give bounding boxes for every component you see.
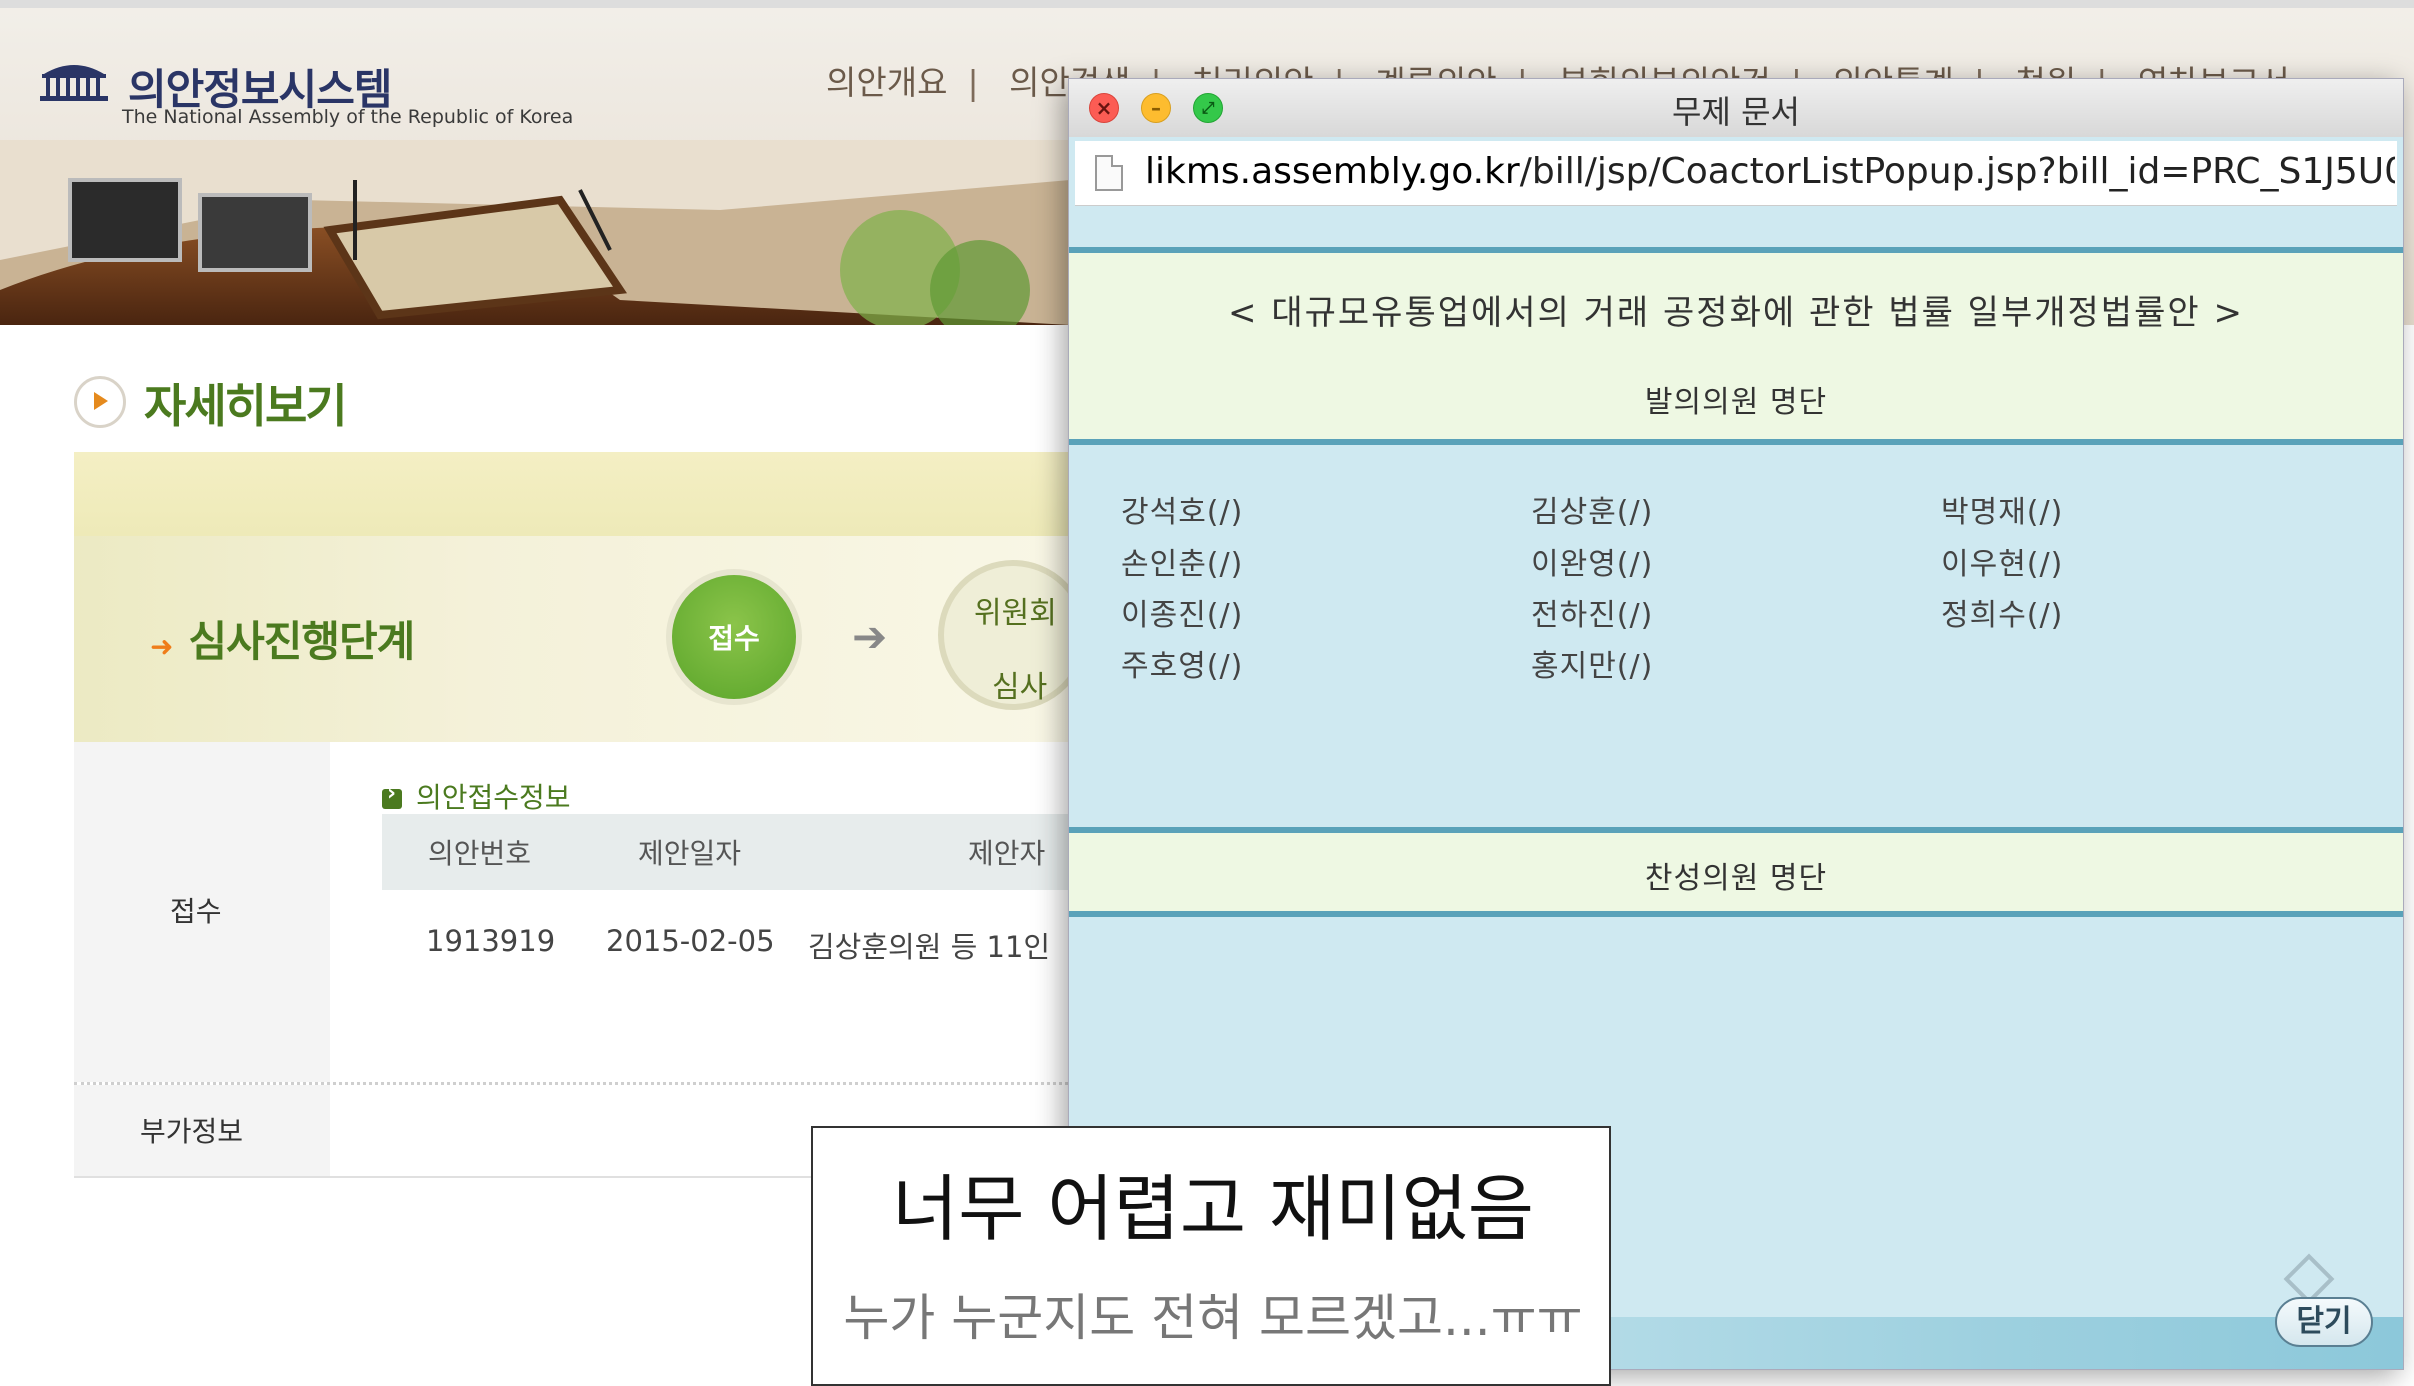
nav-separator: | <box>967 63 979 102</box>
proposer-name: 박명재(/) <box>1941 495 2064 530</box>
page-title-text: 자세히보기 <box>144 379 348 433</box>
proposer-name: 이완영(/) <box>1531 547 1654 582</box>
column-header-date: 제안일자 <box>638 837 742 870</box>
address-bar[interactable]: likms.assembly.go.kr/bill/jsp/CoactorLis… <box>1075 141 2397 206</box>
document-icon <box>1095 155 1123 191</box>
cell-bill-no: 1913919 <box>426 924 556 958</box>
caption-line-2: 누가 누군지도 전혀 모르겠고...ㅠㅠ <box>843 1289 1583 1347</box>
proposers-heading: 발의의원 명단 <box>1644 385 1828 420</box>
caption-line-1: 너무 어렵고 재미없음 <box>892 1167 1534 1251</box>
logo-subtitle: The National Assembly of the Republic of… <box>122 106 574 128</box>
proposer-name: 홍지만(/) <box>1531 649 1654 684</box>
assembly-building-icon <box>40 65 108 101</box>
stage-band <box>74 452 1074 536</box>
step-next-line1: 위원회 <box>974 596 1057 631</box>
arrow-icon: ➜ <box>150 630 173 663</box>
stage-label-text: 심사진행단계 <box>188 617 415 666</box>
receipt-section-label: 접수 <box>170 895 222 928</box>
receipt-subheading: 의안접수정보 <box>382 776 571 816</box>
divider <box>1069 911 2403 917</box>
window-title: 무제 문서 <box>1672 93 1800 131</box>
column-header-bill-no: 의안번호 <box>428 837 532 870</box>
proposer-name: 전하진(/) <box>1531 598 1654 633</box>
header-top-strip <box>0 0 2414 8</box>
window-titlebar[interactable]: × – ⤢ 무제 문서 <box>1069 79 2403 137</box>
proposer-name: 주호영(/) <box>1121 649 1244 684</box>
proposer-name: 강석호(/) <box>1121 495 1244 530</box>
url-path: /bill/jsp/CoactorListPopup.jsp?bill_id=P… <box>1519 151 2395 192</box>
proposer-name: 이종진(/) <box>1121 598 1244 633</box>
arrow-right-icon: ➔ <box>852 612 888 661</box>
cell-date: 2015-02-05 <box>606 924 775 958</box>
bullet-icon <box>382 781 402 809</box>
cell-proposer[interactable]: 김상훈의원 등 11인 <box>808 924 1050 966</box>
step-next-line2: 심사 <box>992 670 1048 705</box>
address-url[interactable]: likms.assembly.go.kr/bill/jsp/CoactorLis… <box>1145 151 2395 192</box>
chevron-right-icon <box>74 376 126 428</box>
step-received: 접수 <box>666 569 802 705</box>
step-committee-review: 위원회 심사 <box>938 560 1088 710</box>
url-host: likms.assembly.go.kr <box>1145 151 1520 192</box>
close-button[interactable]: 닫기 <box>2275 1297 2373 1347</box>
proposer-name: 정희수(/) <box>1941 598 2064 633</box>
column-header-proposer: 제안자 <box>968 837 1046 870</box>
receipt-subheading-text: 의안접수정보 <box>416 781 571 814</box>
proposer-name: 김상훈(/) <box>1531 495 1654 530</box>
divider <box>1069 439 2403 445</box>
extra-info-label: 부가정보 <box>140 1115 244 1148</box>
proposer-name: 이우현(/) <box>1941 547 2064 582</box>
proposer-name: 손인춘(/) <box>1121 547 1244 582</box>
supporters-heading: 찬성의원 명단 <box>1644 861 1828 896</box>
bill-title: < 대규모유통업에서의 거래 공정화에 관한 법률 일부개정법률안 > <box>1228 293 2244 333</box>
stage-label: ➜ 심사진행단계 <box>150 608 415 669</box>
nav-item-overview[interactable]: 의안개요 <box>826 63 947 102</box>
subtitle-caption: 너무 어렵고 재미없음 누가 누군지도 전혀 모르겠고...ㅠㅠ <box>811 1126 1611 1386</box>
assembly-hall-banner-image <box>0 140 1070 325</box>
